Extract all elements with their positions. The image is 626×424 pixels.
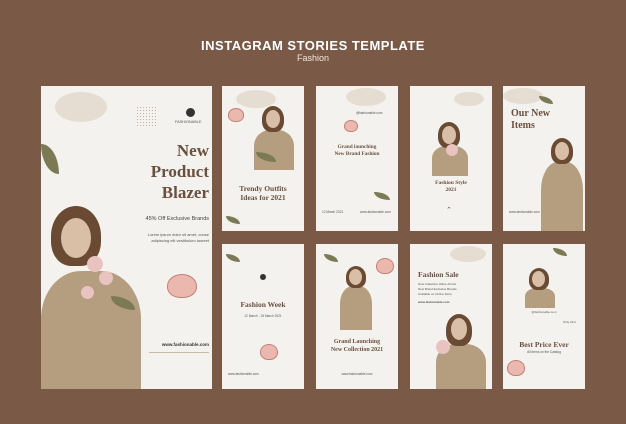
model-head (349, 269, 362, 285)
story-card-3[interactable]: Fashion Style 2021 ⌃ (410, 86, 492, 231)
brand-logo-icon (260, 274, 266, 280)
pink-flower-decor (507, 360, 525, 376)
page-subtitle: Fashion (296, 53, 330, 63)
decor-dots (136, 106, 156, 126)
story-8-headline: Best Price Ever (519, 340, 569, 349)
brand-name: FASHIONABLE (175, 120, 202, 124)
story-1-headline-2: Ideas for 2021 (240, 193, 286, 202)
leaf-decor (374, 192, 390, 200)
decor-blob (503, 88, 543, 104)
headline-line-2: Product (150, 162, 209, 181)
main-story-card[interactable]: FASHIONABLE New Product Blazer 45% Off E… (41, 86, 212, 389)
model-head (532, 271, 545, 287)
pink-flower-decor (260, 344, 278, 360)
story-4-website: www.fashionable.com (509, 210, 540, 214)
headline-line-3: Blazer (161, 183, 209, 202)
model-photo (541, 162, 583, 231)
story-2-handle: @fashionable.com (356, 111, 383, 115)
model-head (266, 110, 280, 128)
story-card-4[interactable]: Our New Items www.fashionable.com (503, 86, 585, 231)
story-card-1[interactable]: Trendy Outfits Ideas for 2021 (222, 86, 304, 231)
body-line-2: adipiscing elit vestibulum laoreet (151, 238, 209, 243)
lily-flower (81, 286, 94, 299)
story-2-headline-2: New Brand Fashion (334, 151, 380, 157)
divider (149, 352, 209, 353)
leaf-decor (226, 216, 240, 224)
story-7-line-1: New Collection Otline Arrival (418, 282, 456, 286)
story-2-headline-1: Grand launching (337, 144, 377, 150)
leaf-decor (324, 254, 338, 262)
story-7-website: www.fashionable.com (418, 300, 450, 304)
decor-blob (346, 88, 386, 106)
story-8-handle: @fashionable.com (531, 310, 557, 314)
story-8-only: Only 21st (563, 320, 576, 324)
decor-blob (55, 92, 107, 122)
story-3-headline-1: Fashion Style (435, 180, 467, 186)
model-head (555, 142, 569, 160)
story-5-dates: 12 March - 18 March 2021 (244, 314, 282, 318)
leaf-decor (553, 248, 567, 256)
headline-line-1: New (176, 141, 209, 160)
pink-flower-decor (344, 120, 358, 132)
pink-flower-decor (167, 274, 197, 298)
story-4-headline-2: Items (511, 120, 535, 131)
story-7-line-3: Available on Online Store (418, 292, 452, 296)
story-8-line: All Items on the Catalog (527, 350, 561, 354)
pink-flower-decor (228, 108, 244, 122)
story-7-headline: Fashion Sale (418, 270, 459, 279)
brand-logo-icon (186, 108, 195, 117)
story-6-headline-2: New Collection 2021 (330, 347, 384, 353)
model-head (442, 126, 456, 144)
leaf-decor (226, 254, 240, 262)
story-6-headline-1: Grand Launching (333, 339, 381, 345)
decor-blob (454, 92, 484, 106)
story-5-website: www.fashionable.com (228, 372, 259, 376)
body-line-1: Lorem ipsum dolor sit amet, conse (147, 232, 209, 237)
story-card-2[interactable]: @fashionable.com Grand launching New Bra… (316, 86, 398, 231)
story-card-6[interactable]: Grand Launching New Collection 2021 www.… (316, 244, 398, 389)
story-card-7[interactable]: Fashion Sale New Collection Otline Arriv… (410, 244, 492, 389)
story-3-headline-2: 2021 (445, 187, 457, 193)
leaf-decor (539, 96, 553, 104)
model-photo (254, 130, 294, 170)
model-photo (340, 286, 372, 330)
pink-flower-decor (376, 258, 394, 274)
lily-flower (446, 144, 458, 156)
story-7-line-2: New Brand Exclusive Brands (418, 287, 457, 291)
model-photo (525, 288, 555, 308)
story-5-headline: Fashion Week (240, 300, 286, 309)
lily-flower (436, 340, 450, 354)
decor-blob (450, 246, 486, 262)
story-card-8[interactable]: @fashionable.com Only 21st Best Price Ev… (503, 244, 585, 389)
story-2-website: www.fashionable.com (360, 210, 391, 214)
chevron-up-icon[interactable]: ⌃ (446, 206, 452, 214)
page-title: INSTAGRAM STORIES TEMPLATE (201, 38, 425, 53)
model-head (451, 318, 467, 340)
website-text: www.fashionable.com (161, 342, 209, 347)
lily-flower (87, 256, 103, 272)
offer-text: 45% Off Exclusive Brands (145, 216, 209, 222)
story-1-headline-1: Trendy Outfits (239, 184, 287, 193)
lily-flower (99, 271, 113, 285)
story-2-date: 12 March 2021 (322, 210, 344, 214)
story-4-headline-1: Our New (511, 108, 550, 119)
story-6-website: www.fashionable.com (341, 372, 373, 376)
story-card-5[interactable]: Fashion Week 12 March - 18 March 2021 ww… (222, 244, 304, 389)
leaf-decor (41, 144, 59, 174)
